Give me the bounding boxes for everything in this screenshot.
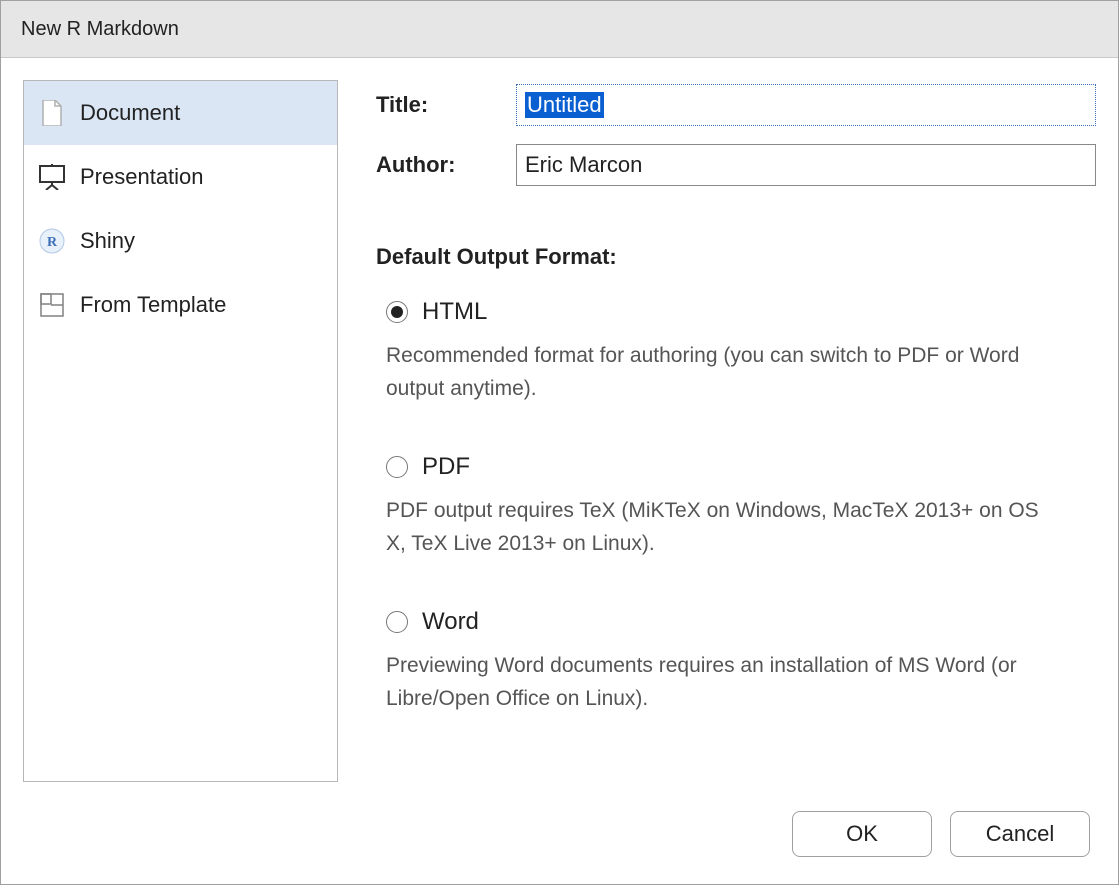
- sidebar-item-document[interactable]: Document: [24, 81, 337, 145]
- presentation-icon: [38, 163, 66, 191]
- button-bar: OK Cancel: [1, 804, 1118, 884]
- output-format-group: HTML Recommended format for authoring (y…: [386, 298, 1096, 715]
- title-input[interactable]: Untitled: [516, 84, 1096, 126]
- window-titlebar: New R Markdown: [1, 1, 1118, 58]
- title-row: Title: Untitled: [376, 84, 1096, 126]
- title-label: Title:: [376, 92, 516, 118]
- document-icon: [38, 99, 66, 127]
- title-value: Untitled: [525, 92, 604, 118]
- output-option-word: Word Previewing Word documents requires …: [386, 608, 1096, 715]
- output-format-heading: Default Output Format:: [376, 244, 1096, 270]
- window-title: New R Markdown: [21, 18, 179, 41]
- new-rmarkdown-dialog: New R Markdown Document Presentation R: [0, 0, 1119, 885]
- radio-icon: [386, 456, 408, 478]
- radio-icon: [386, 611, 408, 633]
- sidebar-item-label: Document: [80, 100, 180, 126]
- sidebar-item-presentation[interactable]: Presentation: [24, 145, 337, 209]
- radio-pdf[interactable]: PDF: [386, 453, 1096, 481]
- author-row: Author:: [376, 144, 1096, 186]
- ok-button[interactable]: OK: [792, 811, 932, 857]
- svg-text:R: R: [47, 235, 58, 250]
- output-option-html: HTML Recommended format for authoring (y…: [386, 298, 1096, 405]
- author-label: Author:: [376, 152, 516, 178]
- cancel-button[interactable]: Cancel: [950, 811, 1090, 857]
- radio-word[interactable]: Word: [386, 608, 1096, 636]
- sidebar-item-label: Shiny: [80, 228, 135, 254]
- sidebar-item-label: Presentation: [80, 164, 204, 190]
- type-sidebar: Document Presentation R Shiny From Templ…: [23, 80, 338, 782]
- sidebar-item-label: From Template: [80, 292, 226, 318]
- radio-description: PDF output requires TeX (MiKTeX on Windo…: [386, 495, 1046, 560]
- radio-html[interactable]: HTML: [386, 298, 1096, 326]
- sidebar-item-from-template[interactable]: From Template: [24, 273, 337, 337]
- shiny-r-icon: R: [38, 227, 66, 255]
- dialog-content: Document Presentation R Shiny From Templ…: [1, 58, 1118, 804]
- radio-description: Recommended format for authoring (you ca…: [386, 340, 1046, 405]
- output-option-pdf: PDF PDF output requires TeX (MiKTeX on W…: [386, 453, 1096, 560]
- author-input[interactable]: [516, 144, 1096, 186]
- sidebar-item-shiny[interactable]: R Shiny: [24, 209, 337, 273]
- radio-label: Word: [422, 608, 479, 636]
- radio-label: PDF: [422, 453, 470, 481]
- template-icon: [38, 291, 66, 319]
- main-panel: Title: Untitled Author: Default Output F…: [376, 80, 1096, 782]
- radio-label: HTML: [422, 298, 487, 326]
- radio-icon: [386, 301, 408, 323]
- radio-description: Previewing Word documents requires an in…: [386, 650, 1046, 715]
